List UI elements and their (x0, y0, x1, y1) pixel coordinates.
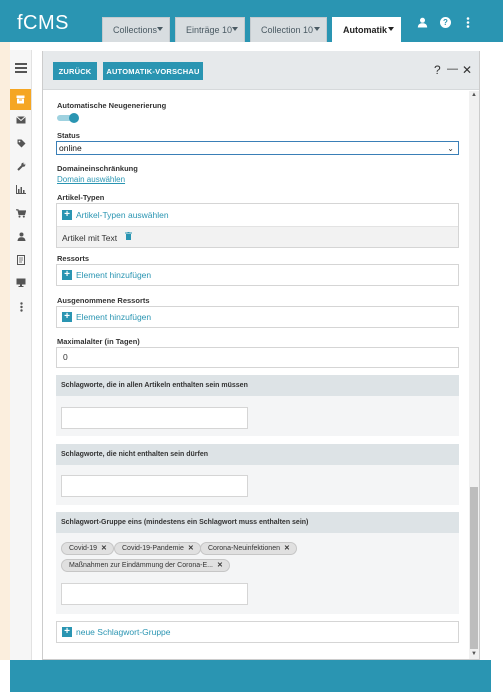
app-logo: fCMS (17, 12, 69, 34)
plus-icon: + (62, 627, 72, 637)
keyword-chip: Covid-19 ✕ (61, 542, 114, 555)
domain-select-link[interactable]: Domain auswählen (57, 175, 125, 184)
remove-icon[interactable]: ✕ (188, 545, 194, 552)
automatik-panel: ZURÜCK AUTOMATIK-VORSCHAU ? — ✕ Automati… (42, 51, 480, 660)
automatik-preview-button[interactable]: AUTOMATIK-VORSCHAU (103, 62, 203, 80)
archive-icon[interactable] (10, 89, 31, 110)
scroll-down-icon[interactable]: ▼ (470, 651, 478, 657)
plus-icon: + (62, 210, 72, 220)
keyword-chip: Maßnahmen zur Eindämmung der Corona-E...… (61, 559, 230, 572)
chevron-down-icon[interactable] (157, 27, 163, 31)
scrollbar-thumb[interactable] (470, 487, 478, 649)
section-header: Schlagworte, die in allen Artikeln entha… (56, 375, 459, 396)
article-type-name: Artikel mit Text (62, 233, 118, 243)
section-title: Schlagwort-Gruppe eins (mindestens ein S… (61, 519, 309, 526)
chevron-down-icon[interactable] (388, 27, 394, 31)
user-icon[interactable] (417, 17, 428, 31)
tag-icon[interactable] (16, 139, 26, 149)
tab-label: Automatik (343, 25, 388, 35)
new-keyword-group-box: + neue Schlagwort-Gruppe (56, 621, 459, 643)
article-types-box: + Artikel-Typen auswählen Artikel mit Te… (56, 203, 459, 248)
chevron-down-icon[interactable] (232, 27, 238, 31)
excluded-ressorts-label: Ausgenommene Ressorts (57, 296, 150, 305)
tab-label: Collection 10 (261, 25, 314, 35)
article-types-add[interactable]: + Artikel-Typen auswählen (62, 210, 169, 220)
envelope-icon[interactable] (16, 116, 26, 126)
remove-icon[interactable]: ✕ (101, 545, 107, 552)
tab-collections[interactable]: Collections (102, 17, 170, 42)
keywords-required-input[interactable] (61, 407, 248, 429)
more-vertical-icon[interactable] (16, 302, 26, 312)
sidebar (10, 50, 32, 660)
wrench-icon[interactable] (16, 162, 26, 172)
footer-bar (10, 660, 491, 692)
more-vertical-icon[interactable] (466, 17, 470, 31)
section-title: Schlagworte, die nicht enthalten sein dü… (61, 451, 209, 458)
top-bar: fCMS Collections Einträge 10 Collection … (0, 0, 503, 42)
status-select[interactable]: online ⌄ (56, 141, 459, 155)
article-types-label: Artikel-Typen (57, 193, 105, 202)
keyword-group-section: Schlagwort-Gruppe eins (mindestens ein S… (56, 512, 459, 614)
tab-eintraege[interactable]: Einträge 10 (175, 17, 245, 42)
keyword-chip: Covid-19-Pandemie ✕ (114, 542, 201, 555)
chevron-down-icon[interactable] (314, 27, 320, 31)
add-label: Artikel-Typen auswählen (76, 210, 169, 220)
ressorts-label: Ressorts (57, 254, 90, 263)
max-age-input[interactable]: 0 (56, 347, 459, 368)
keyword-chip: Corona-Neuinfektionen ✕ (200, 542, 297, 555)
max-age-label: Maximalalter (in Tagen) (57, 337, 140, 346)
close-icon[interactable]: ✕ (462, 63, 472, 77)
excluded-ressorts-add[interactable]: + Element hinzufügen (62, 312, 151, 322)
keyword-group-input[interactable] (61, 583, 248, 605)
new-keyword-group-add[interactable]: + neue Schlagwort-Gruppe (62, 627, 171, 637)
trash-icon[interactable] (125, 232, 132, 242)
section-header: Schlagworte, die nicht enthalten sein dü… (56, 444, 459, 465)
help-icon[interactable]: ? (434, 63, 441, 77)
remove-icon[interactable]: ✕ (284, 545, 290, 552)
add-label: Element hinzufügen (76, 270, 152, 280)
menu-icon[interactable] (15, 63, 27, 75)
plus-icon: + (62, 312, 72, 322)
keywords-excluded-section: Schlagworte, die nicht enthalten sein dü… (56, 444, 459, 505)
bar-chart-icon[interactable] (16, 185, 26, 195)
monitor-icon[interactable] (16, 278, 26, 288)
list-item: Artikel mit Text (57, 226, 458, 247)
left-background (0, 42, 10, 660)
section-title: Schlagworte, die in allen Artikeln entha… (61, 382, 248, 389)
tab-label: Collections (113, 25, 158, 35)
panel-toolbar: ZURÜCK AUTOMATIK-VORSCHAU ? — ✕ (43, 51, 479, 90)
chip-label: Corona-Neuinfektionen (208, 545, 280, 552)
domain-label: Domaineinschränkung (57, 164, 138, 173)
scrollbar[interactable]: ▲ ▼ (469, 91, 479, 659)
plus-icon: + (62, 270, 72, 280)
section-header: Schlagwort-Gruppe eins (mindestens ein S… (56, 512, 459, 533)
user-icon[interactable] (16, 232, 26, 242)
book-icon[interactable] (16, 255, 26, 265)
keywords-excluded-input[interactable] (61, 475, 248, 497)
ressorts-add[interactable]: + Element hinzufügen (62, 270, 151, 280)
chip-label: Covid-19-Pandemie (122, 545, 184, 552)
minimize-icon[interactable]: — (447, 63, 458, 75)
tab-collection-10[interactable]: Collection 10 (250, 17, 327, 42)
cart-icon[interactable] (16, 209, 27, 219)
chip-label: Covid-19 (69, 545, 98, 552)
scroll-up-icon[interactable]: ▲ (470, 92, 478, 98)
chevron-down-icon: ⌄ (447, 144, 454, 153)
add-label: Element hinzufügen (76, 312, 152, 322)
keywords-required-section: Schlagworte, die in allen Artikeln entha… (56, 375, 459, 436)
remove-icon[interactable]: ✕ (217, 562, 223, 569)
tab-label: Einträge 10 (186, 25, 233, 35)
chip-label: Maßnahmen zur Eindämmung der Corona-E... (69, 562, 213, 569)
auto-regen-toggle[interactable] (57, 113, 79, 123)
toggle-knob (69, 113, 79, 123)
tab-automatik[interactable]: Automatik (332, 17, 401, 42)
auto-regen-label: Automatische Neugenerierung (57, 101, 167, 110)
status-value: online (59, 143, 82, 153)
add-label: neue Schlagwort-Gruppe (76, 627, 171, 637)
help-icon[interactable]: ? (440, 17, 451, 28)
back-button[interactable]: ZURÜCK (53, 62, 97, 80)
status-label: Status (57, 131, 80, 140)
excluded-ressorts-box: + Element hinzufügen (56, 306, 459, 328)
ressorts-box: + Element hinzufügen (56, 264, 459, 286)
